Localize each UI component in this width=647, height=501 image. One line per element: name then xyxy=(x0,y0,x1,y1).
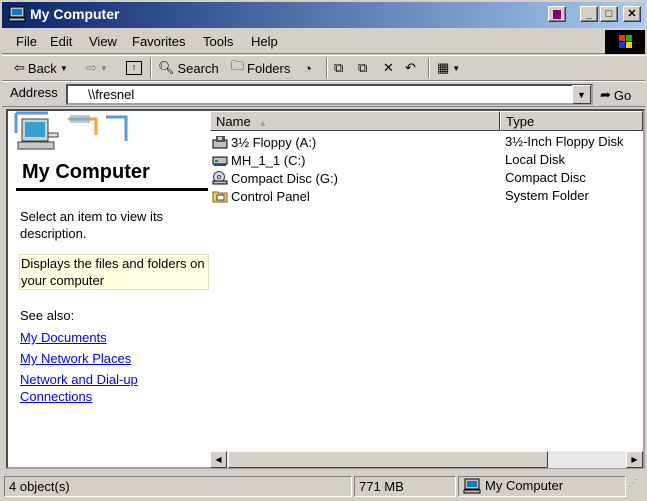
move-to-button[interactable]: ⧉ xyxy=(334,58,343,78)
forward-dropdown-icon[interactable]: ▼ xyxy=(100,64,108,73)
close-icon: ✕ xyxy=(627,7,637,20)
views-icon: ▦ xyxy=(437,60,450,75)
views-button[interactable]: ▦ ▼ xyxy=(437,58,460,78)
item-name: Compact Disc (G:) xyxy=(231,170,338,186)
list-item-control-panel[interactable]: Control Panel xyxy=(212,187,310,205)
delete-button[interactable]: ✕ xyxy=(383,58,394,78)
go-label: Go xyxy=(613,87,632,103)
move-to-icon: ⧉ xyxy=(334,60,344,75)
toolbar-separator xyxy=(326,58,328,78)
item-name: Control Panel xyxy=(231,188,310,204)
status-zone: My Computer xyxy=(458,476,626,497)
history-button[interactable]: ◔ xyxy=(304,58,312,78)
title-extra-button[interactable] xyxy=(548,6,566,22)
maximize-button[interactable]: □ xyxy=(600,6,618,22)
panel-title-underline xyxy=(16,188,208,191)
back-dropdown-icon[interactable]: ▼ xyxy=(60,64,68,73)
chevron-down-icon: ▼ xyxy=(577,89,586,100)
views-dropdown-icon: ▼ xyxy=(452,63,461,73)
control-panel-icon xyxy=(212,191,228,203)
menu-tools[interactable]: Tools xyxy=(203,34,233,49)
hard-disk-icon xyxy=(212,156,228,166)
status-object-count: 4 object(s) xyxy=(4,476,352,497)
minimize-button[interactable]: _ xyxy=(580,6,598,22)
copy-to-button[interactable]: ⧉ xyxy=(358,58,367,78)
panel-description: Select an item to view its description. xyxy=(20,209,164,241)
see-also-label: See also: xyxy=(20,308,75,323)
address-input[interactable]: \\fresnel xyxy=(66,84,593,105)
minimize-icon: _ xyxy=(585,7,593,20)
menu-help[interactable]: Help xyxy=(251,34,278,49)
undo-icon: ↶ xyxy=(405,60,416,75)
my-computer-icon xyxy=(8,6,26,22)
toolbar-separator xyxy=(428,58,430,78)
back-button[interactable]: ⇦ Back ▼ xyxy=(14,58,68,78)
resize-grip[interactable]: ⋰ xyxy=(628,478,644,496)
item-name: 3½ Floppy (A:) xyxy=(231,134,317,150)
forward-button[interactable]: ⇨ ▼ xyxy=(86,58,108,78)
column-header-name[interactable]: Name ▲ xyxy=(210,111,500,131)
link-my-documents[interactable]: My Documents xyxy=(20,329,190,346)
windows-logo xyxy=(605,30,645,54)
cd-icon xyxy=(212,171,228,185)
floppy-icon xyxy=(212,136,228,149)
column-header-type[interactable]: Type xyxy=(500,111,643,131)
arrow-left-icon: ◀ xyxy=(215,455,222,464)
item-type: Local Disk xyxy=(505,152,565,167)
panel-title: My Computer xyxy=(22,161,150,183)
item-type: 3½-Inch Floppy Disk xyxy=(505,134,624,149)
menu-file[interactable]: File xyxy=(16,34,37,49)
link-network-dialup[interactable]: Network and Dial-up Connections xyxy=(20,371,160,405)
scroll-right-button[interactable]: ▶ xyxy=(626,451,643,468)
arrow-right-icon: ▶ xyxy=(631,455,638,464)
scroll-left-button[interactable]: ◀ xyxy=(210,451,227,468)
go-button[interactable]: ➦ Go xyxy=(600,85,631,105)
menu-favorites[interactable]: Favorites xyxy=(132,34,185,49)
column-name-label: Name xyxy=(216,114,251,129)
up-folder-icon: ↑ xyxy=(126,61,142,75)
status-size: 771 MB xyxy=(354,476,456,497)
search-label: Search xyxy=(177,60,219,76)
window-title: My Computer xyxy=(30,6,120,22)
sort-arrow-icon: ▲ xyxy=(258,118,268,128)
up-folder-button[interactable]: ↑ xyxy=(126,58,142,78)
list-item-local-disk[interactable]: MH_1_1 (C:) xyxy=(212,151,305,169)
folders-button[interactable]: 🗀 Folders xyxy=(231,58,290,78)
status-zone-label: My Computer xyxy=(485,478,564,493)
scrollbar-thumb[interactable] xyxy=(228,451,548,468)
link-my-network-places[interactable]: My Network Places xyxy=(20,350,190,367)
back-arrow-icon: ⇦ xyxy=(14,60,25,75)
search-icon: 🔍︎ xyxy=(158,60,175,75)
folders-label: Folders xyxy=(247,60,291,76)
undo-button[interactable]: ↶ xyxy=(405,58,416,78)
list-item-compact-disc[interactable]: Compact Disc (G:) xyxy=(212,169,338,187)
delete-icon: ✕ xyxy=(383,60,394,75)
close-button[interactable]: ✕ xyxy=(623,6,641,22)
column-type-label: Type xyxy=(506,114,535,129)
menu-edit[interactable]: Edit xyxy=(50,34,72,49)
copy-to-icon: ⧉ xyxy=(358,60,368,75)
go-arrow-icon: ➦ xyxy=(600,87,611,102)
maximize-icon: □ xyxy=(605,7,613,20)
back-label: Back xyxy=(27,60,57,76)
item-name: MH_1_1 (C:) xyxy=(231,152,306,168)
item-type: System Folder xyxy=(505,188,589,203)
panel-info-box: Displays the files and folders on your c… xyxy=(19,254,209,290)
windows-flag-icon xyxy=(619,35,632,48)
folders-icon: 🗀 xyxy=(231,58,245,73)
forward-arrow-icon: ⇨ xyxy=(86,60,97,75)
menu-view[interactable]: View xyxy=(89,34,117,49)
address-label: Address xyxy=(10,85,58,100)
item-type: Compact Disc xyxy=(505,170,586,185)
address-value: \\fresnel xyxy=(88,87,135,102)
address-dropdown-button[interactable]: ▼ xyxy=(572,85,591,104)
list-item-floppy[interactable]: 3½ Floppy (A:) xyxy=(212,133,316,151)
toolbar-separator xyxy=(150,58,152,78)
title-extra-icon xyxy=(553,9,561,19)
history-icon: ◔ xyxy=(304,60,312,76)
search-button[interactable]: 🔍︎ Search xyxy=(158,58,219,78)
my-computer-icon xyxy=(463,478,481,493)
